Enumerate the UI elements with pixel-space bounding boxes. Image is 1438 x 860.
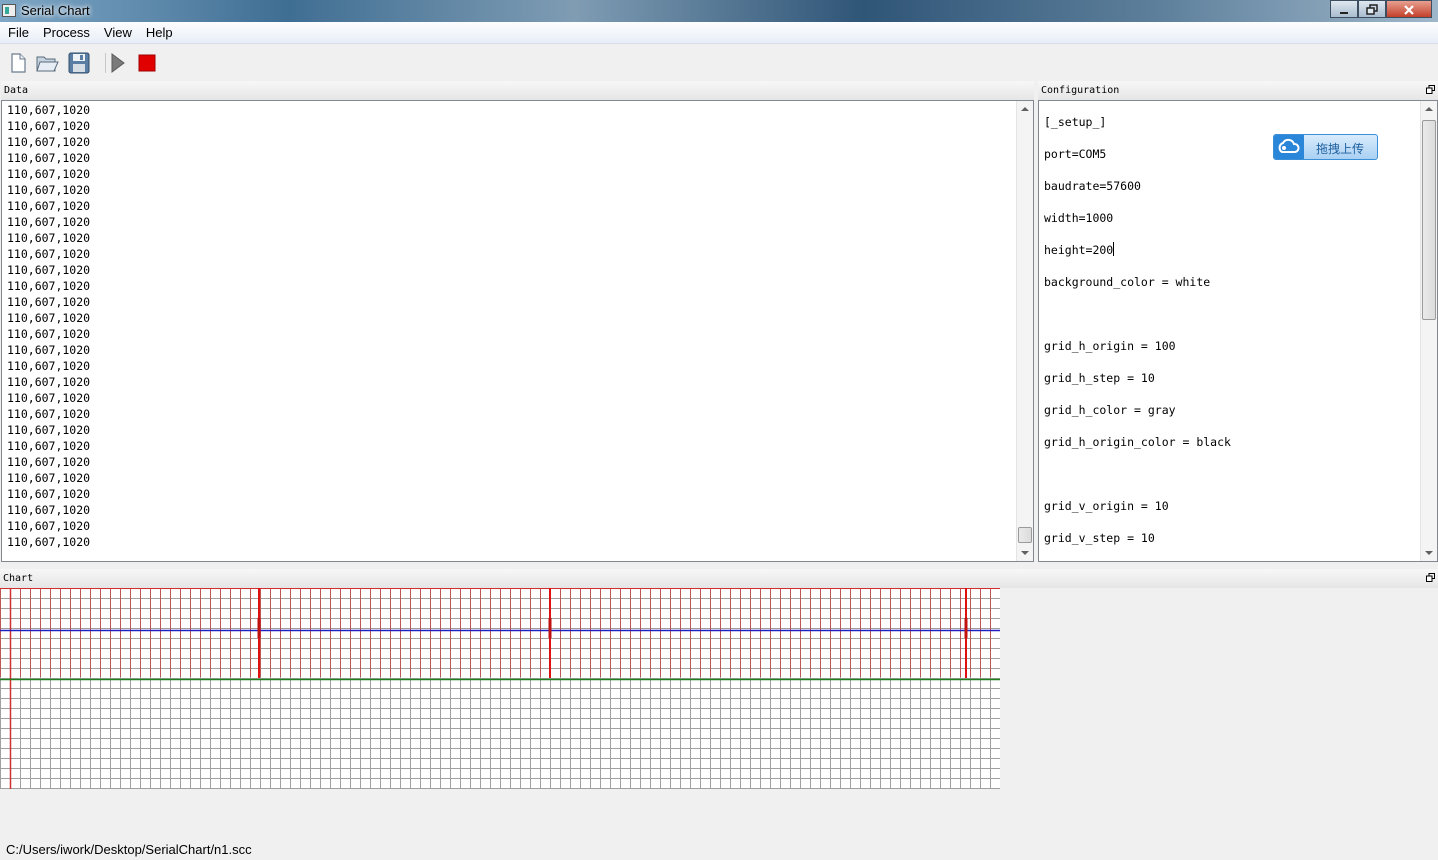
restore-icon: [1366, 4, 1378, 15]
data-line: 110,607,1020: [7, 199, 91, 213]
data-text-area[interactable]: 110,607,1020 110,607,1020 110,607,1020 110,…: [1, 100, 1034, 562]
data-line: 110,607,1020: [7, 519, 91, 533]
data-line: 110,607,1020: [7, 167, 91, 181]
chart-canvas: [0, 588, 1000, 789]
data-lines: 110,607,1020 110,607,1020 110,607,1020 110,…: [7, 102, 90, 550]
chart-panel-title: Chart: [3, 573, 34, 584]
config-line: [_setup_]: [1044, 115, 1107, 129]
drag-upload-label: 拖拽上传: [1316, 142, 1365, 156]
data-line: 110,607,1020: [7, 279, 91, 293]
config-line: port=COM5: [1044, 147, 1107, 161]
close-icon: [1404, 5, 1414, 15]
open-folder-icon: [36, 56, 59, 72]
data-line: 110,607,1020: [7, 407, 91, 421]
config-line: grid_v_step = 10: [1044, 531, 1155, 545]
maximize-button[interactable]: [1358, 0, 1386, 18]
data-vertical-scrollbar[interactable]: [1016, 101, 1033, 561]
config-line: grid_h_origin = 100: [1044, 339, 1176, 353]
data-line: 110,607,1020: [7, 327, 91, 341]
status-file-path: C:/Users/iwork/Desktop/SerialChart/n1.sc…: [6, 842, 252, 857]
data-line: 110,607,1020: [7, 343, 91, 357]
config-panel-title: Configuration: [1041, 85, 1120, 96]
data-line: 110,607,1020: [7, 503, 91, 517]
data-line: 110,607,1020: [7, 119, 91, 133]
scroll-up-arrow-icon[interactable]: [1425, 107, 1433, 111]
play-icon: [111, 53, 125, 73]
menu-file[interactable]: File: [0, 22, 36, 44]
menu-view[interactable]: View: [97, 22, 139, 44]
config-line: [1044, 458, 1231, 490]
stop-button[interactable]: [135, 51, 159, 75]
config-line: grid_v_color = gray: [1044, 554, 1231, 561]
data-line: 110,607,1020: [7, 439, 91, 453]
toolbar: [0, 45, 1438, 79]
data-line: 110,607,1020: [7, 423, 91, 437]
data-line: 110,607,1020: [7, 455, 91, 469]
open-file-button[interactable]: [35, 51, 59, 75]
float-panel-icon[interactable]: [1426, 85, 1435, 94]
config-line: grid_h_color = gray: [1044, 403, 1176, 417]
config-lines: [_setup_] port=COM5 baudrate=57600 width=10…: [1044, 106, 1231, 561]
data-line: 110,607,1020: [7, 135, 91, 149]
menu-process[interactable]: Process: [36, 22, 97, 44]
close-button[interactable]: [1386, 0, 1432, 18]
text-caret: [1113, 242, 1115, 256]
new-document-icon: [11, 53, 26, 73]
window-title: Serial Chart: [21, 3, 90, 18]
config-line: baudrate=57600: [1044, 179, 1141, 193]
data-line: 110,607,1020: [7, 391, 91, 405]
chart-panel-header: Chart: [0, 569, 1438, 588]
data-line: 110,607,1020: [7, 487, 91, 501]
drag-upload-button[interactable]: 拖拽上传: [1273, 134, 1378, 160]
minimize-button[interactable]: [1330, 0, 1358, 18]
data-line: 110,607,1020: [7, 311, 91, 325]
minimize-icon: [1340, 12, 1348, 14]
run-button[interactable]: [106, 51, 130, 75]
data-panel-title: Data: [4, 85, 29, 96]
menu-bar: File Process View Help: [0, 22, 1438, 44]
config-text-area[interactable]: [_setup_] port=COM5 baudrate=57600 width=10…: [1038, 100, 1438, 562]
scroll-down-arrow-icon[interactable]: [1021, 551, 1029, 555]
new-file-button[interactable]: [6, 51, 30, 75]
config-line: background_color = white: [1044, 275, 1211, 289]
config-line: [1044, 298, 1231, 330]
data-line: 110,607,1020: [7, 263, 91, 277]
menu-help[interactable]: Help: [139, 22, 180, 44]
window-controls: [1330, 0, 1432, 18]
data-panel-header: Data: [1, 81, 1034, 100]
save-file-button[interactable]: [67, 51, 91, 75]
data-line: 110,607,1020: [7, 247, 91, 261]
scroll-down-arrow-icon[interactable]: [1425, 551, 1433, 555]
config-line: grid_h_step = 10: [1044, 371, 1155, 385]
app-icon: [2, 4, 16, 17]
data-line: 110,607,1020: [7, 103, 91, 117]
config-vertical-scrollbar[interactable]: [1420, 101, 1437, 561]
config-scroll-thumb[interactable]: [1422, 120, 1436, 320]
config-line: grid_h_origin_color = black: [1044, 435, 1231, 449]
data-line: 110,607,1020: [7, 231, 91, 245]
data-line: 110,607,1020: [7, 535, 91, 549]
config-line: height=200: [1044, 242, 1115, 257]
config-line: width=1000: [1044, 211, 1114, 225]
data-line: 110,607,1020: [7, 183, 91, 197]
data-line: 110,607,1020: [7, 215, 91, 229]
cloud-upload-icon: [1274, 135, 1304, 159]
float-panel-icon[interactable]: [1426, 573, 1435, 582]
data-line: 110,607,1020: [7, 375, 91, 389]
data-line: 110,607,1020: [7, 471, 91, 485]
chart-plot: [0, 588, 1000, 789]
scroll-up-arrow-icon[interactable]: [1021, 107, 1029, 111]
config-panel-header: Configuration: [1038, 81, 1438, 100]
save-disk-icon: [68, 52, 90, 74]
data-scroll-thumb[interactable]: [1018, 527, 1032, 543]
data-line: 110,607,1020: [7, 151, 91, 165]
stop-icon: [138, 54, 156, 72]
title-bar: Serial Chart: [0, 0, 1438, 22]
data-line: 110,607,1020: [7, 359, 91, 373]
config-line: grid_v_origin = 10: [1044, 499, 1169, 513]
data-line: 110,607,1020: [7, 295, 91, 309]
